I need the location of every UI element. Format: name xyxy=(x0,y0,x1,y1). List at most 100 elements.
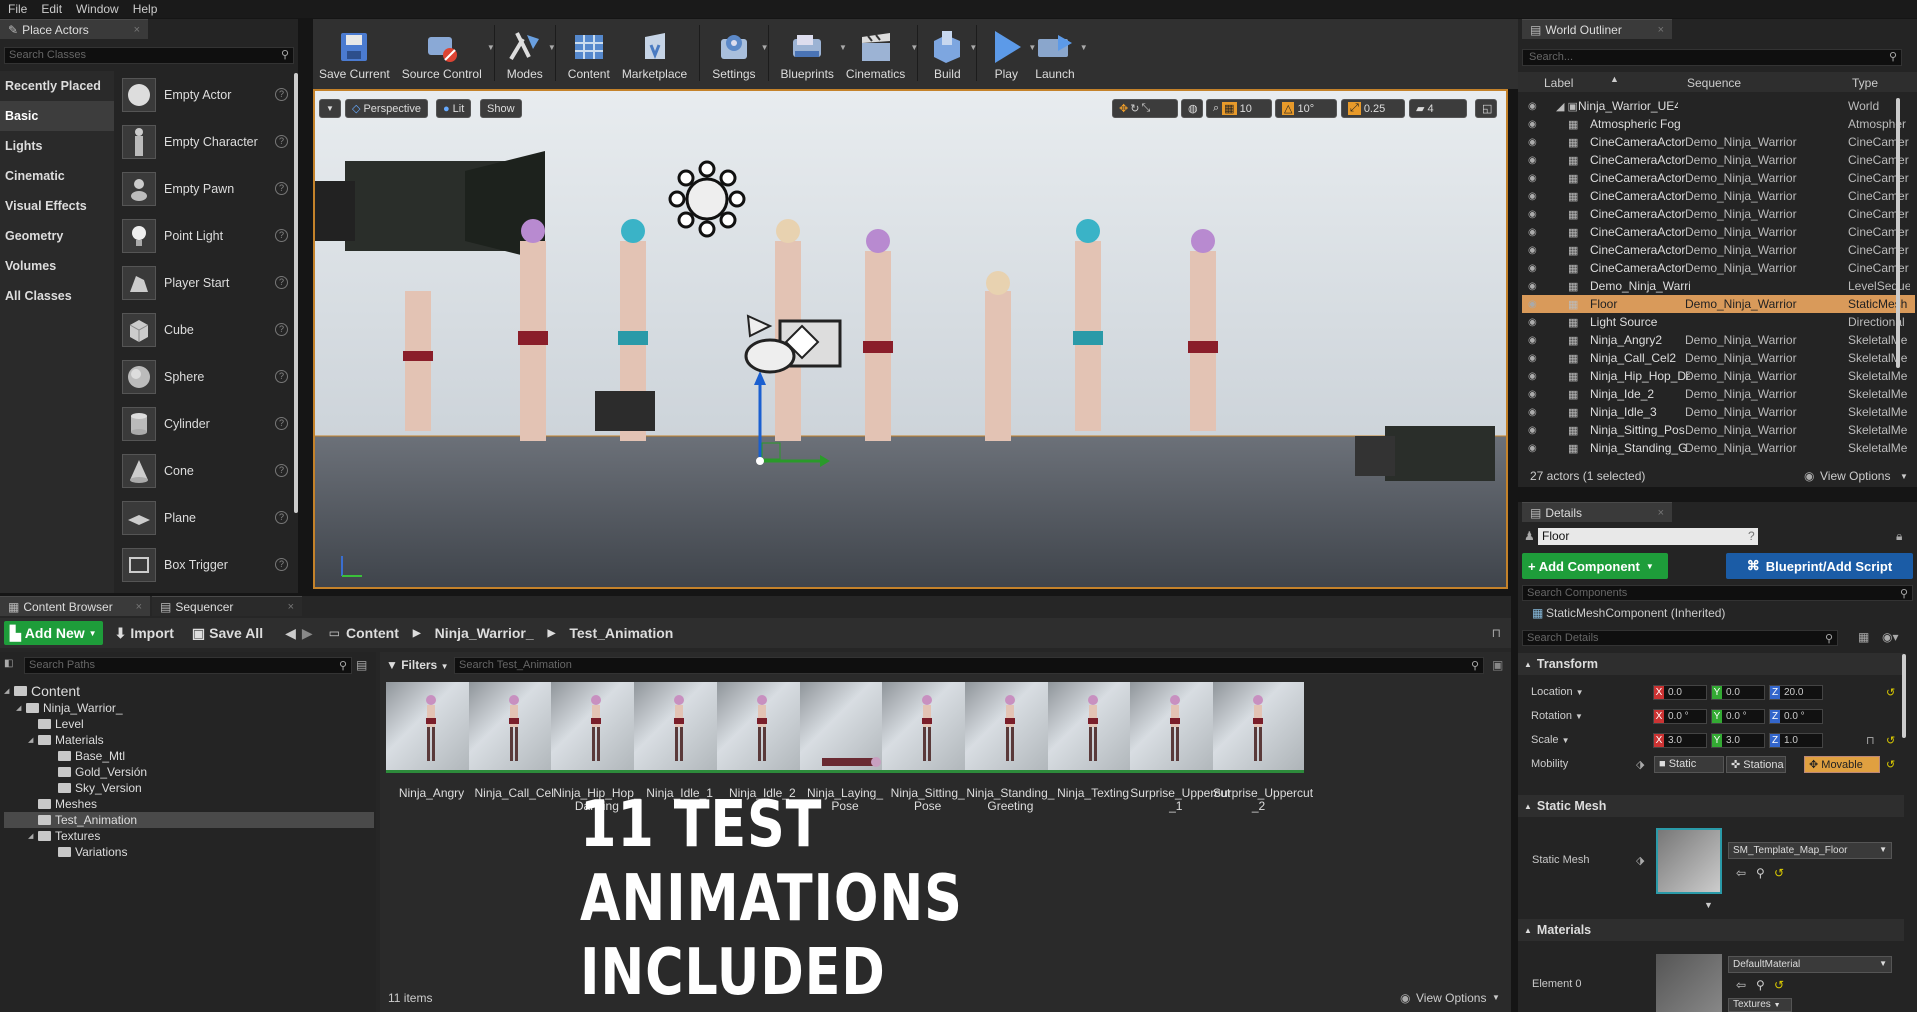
scale-label[interactable]: Scale ▼ xyxy=(1531,734,1570,746)
expand-arrow-icon[interactable]: ◢ xyxy=(28,832,38,840)
cinematics-button[interactable]: Cinematics ▼ xyxy=(840,19,918,81)
outliner-row[interactable]: ◉ ▦ Ninja_Angry2 Demo_Ninja_Warrior Skeletal… xyxy=(1522,331,1915,349)
rotation-x-field[interactable]: X 0.0 ° xyxy=(1653,708,1707,724)
category-cinematic[interactable]: Cinematic xyxy=(0,161,114,191)
outliner-row[interactable]: ◉ ▦ Floor Demo_Ninja_Warrior StaticMesh xyxy=(1522,295,1915,313)
chevron-right-icon[interactable]: ▶ xyxy=(548,628,556,639)
lit-button[interactable]: ● Lit xyxy=(436,99,472,118)
visibility-eye-icon[interactable]: ◉ xyxy=(1528,101,1542,112)
menu-edit[interactable]: Edit xyxy=(41,2,62,16)
lock-icon[interactable]: ⊓ xyxy=(1492,626,1501,640)
rotation-label[interactable]: Rotation ▼ xyxy=(1531,710,1583,722)
folder-tree-item[interactable]: Base_Mtl xyxy=(4,748,374,764)
outliner-row[interactable]: ◉ ▦ CineCameraActor Demo_Ninja_Warrior CineC… xyxy=(1522,223,1915,241)
column-label[interactable]: Label xyxy=(1544,76,1573,90)
expand-arrow-icon[interactable]: ◢ xyxy=(16,704,26,712)
chevron-down-icon[interactable]: ▼ xyxy=(487,43,495,52)
location-x-field[interactable]: X 0.0 xyxy=(1653,684,1707,700)
marketplace-button[interactable]: Marketplace xyxy=(616,19,693,81)
actor-item[interactable]: Player Start? xyxy=(116,259,292,306)
animation-asset[interactable]: Ninja_Idle_1 xyxy=(634,682,726,800)
visibility-eye-icon[interactable]: ◉ xyxy=(1528,407,1542,418)
category-visual-effects[interactable]: Visual Effects xyxy=(0,191,114,221)
static-mesh-thumbnail[interactable] xyxy=(1656,828,1722,894)
search-classes-input[interactable]: Search Classes ⚲ xyxy=(4,47,294,64)
column-sequence[interactable]: Sequence xyxy=(1687,76,1741,90)
scrollbar[interactable] xyxy=(294,73,298,513)
content-button[interactable]: Content xyxy=(562,19,616,81)
outliner-search-input[interactable]: Search... ⚲ xyxy=(1522,49,1902,66)
transform-section-header[interactable]: ▲ Transform xyxy=(1518,653,1904,675)
materials-section-header[interactable]: ▲ Materials xyxy=(1518,919,1904,941)
animation-asset[interactable]: Surprise_Uppercut _1 xyxy=(1130,682,1230,813)
mobility-movable-button[interactable]: ✥ Movable xyxy=(1804,756,1880,773)
category-lights[interactable]: Lights xyxy=(0,131,114,161)
close-icon[interactable]: × xyxy=(1658,24,1664,36)
actor-item[interactable]: Empty Character? xyxy=(116,118,292,165)
transform-mode-buttons[interactable]: ✥ ↻ ⤡ xyxy=(1112,99,1178,118)
menu-file[interactable]: File xyxy=(8,2,27,16)
help-icon[interactable]: ? xyxy=(275,182,288,195)
visibility-eye-icon[interactable]: ◉ xyxy=(1528,245,1542,256)
animation-asset[interactable]: Ninja_Idle_2 xyxy=(716,682,808,800)
source-control-button[interactable]: Source Control ▼ xyxy=(396,19,495,81)
visibility-eye-icon[interactable]: ◉ xyxy=(1528,137,1542,148)
help-icon[interactable]: ? xyxy=(275,135,288,148)
help-icon[interactable]: ? xyxy=(275,276,288,289)
visibility-eye-icon[interactable]: ◉ xyxy=(1528,227,1542,238)
save-search-icon[interactable]: ▣ xyxy=(1492,658,1503,672)
world-local-button[interactable]: ◍ xyxy=(1181,99,1203,118)
outliner-row[interactable]: ◉ ▦ Ninja_Call_Cel2 Demo_Ninja_Warrior Skele… xyxy=(1522,349,1915,367)
use-selected-icon[interactable]: ⇦ xyxy=(1736,978,1746,992)
close-icon[interactable]: × xyxy=(1658,507,1664,519)
mobility-static-button[interactable]: ■ Static xyxy=(1654,756,1724,773)
maximize-viewport-button[interactable]: ◱ xyxy=(1475,99,1497,118)
visibility-eye-icon[interactable]: ◉ xyxy=(1528,389,1542,400)
reset-icon[interactable]: ↺ xyxy=(1886,758,1895,771)
visibility-eye-icon[interactable]: ◉ xyxy=(1528,371,1542,382)
expand-advanced-icon[interactable]: ▼ xyxy=(1704,900,1713,910)
scale-z-field[interactable]: Z 1.0 xyxy=(1769,732,1823,748)
level-viewport[interactable]: ▼ ◇ Perspective ● Lit Show ✥ ↻ ⤡ ◍ ⌕ ▦ 10 △ 10°… xyxy=(313,89,1508,589)
location-z-field[interactable]: Z 20.0 xyxy=(1769,684,1823,700)
list-view-icon[interactable]: ▤ xyxy=(356,658,367,672)
chevron-down-icon[interactable]: ▼ xyxy=(1492,993,1500,1002)
category-recently-placed[interactable]: Recently Placed xyxy=(0,71,114,101)
close-icon[interactable]: × xyxy=(136,601,142,613)
view-options-button[interactable]: View Options xyxy=(1416,991,1486,1005)
add-new-button[interactable]: ▙ Add New ▼ xyxy=(4,621,103,645)
play-button[interactable]: Play ▼ xyxy=(983,19,1036,81)
help-icon[interactable]: ? xyxy=(275,88,288,101)
scrollbar[interactable] xyxy=(1902,654,1906,738)
visibility-eye-icon[interactable]: ◉ xyxy=(1528,443,1542,454)
expand-arrow-icon[interactable]: ◢ xyxy=(4,687,14,695)
folder-tree-item[interactable]: Variations xyxy=(4,844,374,860)
rotation-snap-button[interactable]: △ 10° xyxy=(1275,99,1337,118)
animation-asset[interactable]: Ninja_Angry xyxy=(386,682,477,800)
visibility-eye-icon[interactable]: ◉ xyxy=(1528,353,1542,364)
browse-icon[interactable]: ⚲ xyxy=(1756,866,1765,880)
visibility-eye-icon[interactable]: ◉ xyxy=(1528,173,1542,184)
tab-content-browser[interactable]: ▦ Content Browser × xyxy=(0,596,150,616)
actor-item[interactable]: Empty Actor? xyxy=(116,71,292,118)
visibility-eye-icon[interactable]: ◉ xyxy=(1528,191,1542,202)
forward-arrow-icon[interactable]: ▶ xyxy=(302,625,313,642)
category-geometry[interactable]: Geometry xyxy=(0,221,114,251)
help-icon[interactable]: ? xyxy=(275,417,288,430)
chevron-down-icon[interactable]: ▼ xyxy=(969,43,977,52)
outliner-row[interactable]: ◉ ▦ CineCameraActor Demo_Ninja_Warrior CineC… xyxy=(1522,187,1915,205)
tab-place-actors[interactable]: ✎ Place Actors × xyxy=(0,19,148,39)
chevron-down-icon[interactable]: ▼ xyxy=(548,43,556,52)
visibility-eye-icon[interactable]: ◉ xyxy=(1528,299,1542,310)
mobility-stationary-button[interactable]: ✜ Stationa xyxy=(1726,756,1786,773)
chevron-down-icon[interactable]: ▼ xyxy=(761,43,769,52)
material-thumbnail[interactable] xyxy=(1656,954,1722,1012)
eye-icon[interactable]: ◉▾ xyxy=(1882,630,1899,644)
outliner-row[interactable]: ◉ ▦ Ninja_Standing_G Demo_Ninja_Warrior Skel… xyxy=(1522,439,1915,457)
help-icon[interactable]: ? xyxy=(275,323,288,336)
scale-y-field[interactable]: Y 3.0 xyxy=(1711,732,1765,748)
visibility-eye-icon[interactable]: ◉ xyxy=(1528,155,1542,166)
folder-tree-item[interactable]: ◢ Materials xyxy=(4,732,374,748)
actor-item[interactable]: Point Light? xyxy=(116,212,292,259)
menu-window[interactable]: Window xyxy=(76,2,119,16)
